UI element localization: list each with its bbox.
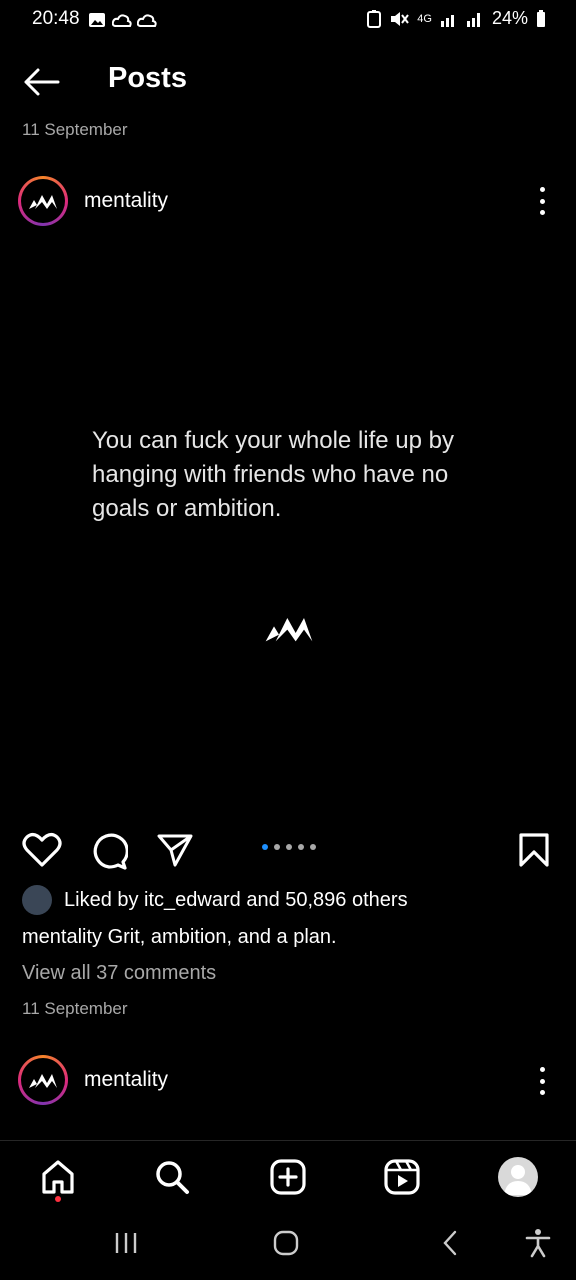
signal-icon <box>440 14 454 27</box>
cloud-icon <box>112 14 132 27</box>
battery-icon <box>537 9 545 27</box>
battery-saver-icon <box>367 9 382 28</box>
avatar[interactable] <box>18 176 68 226</box>
mentality-logo-icon <box>29 1074 57 1088</box>
profile-icon[interactable] <box>496 1155 540 1199</box>
recents-icon[interactable] <box>108 1226 144 1260</box>
caption-username[interactable]: mentality <box>22 926 102 948</box>
view-comments-link[interactable]: View all 37 comments <box>22 962 216 985</box>
reels-icon[interactable] <box>380 1155 424 1199</box>
status-time: 20:48 <box>32 8 80 29</box>
create-icon[interactable] <box>266 1155 310 1199</box>
carousel-dot <box>298 844 304 850</box>
more-options-icon[interactable] <box>536 187 548 215</box>
like-heart-icon[interactable] <box>22 832 62 868</box>
mute-icon <box>391 11 410 26</box>
back-icon[interactable] <box>432 1226 468 1260</box>
home-button-icon[interactable] <box>268 1226 304 1260</box>
page-title: Posts <box>108 62 187 94</box>
caption: mentality Grit, ambition, and a plan. <box>22 926 337 949</box>
status-right: 4G 24% <box>367 8 546 29</box>
likes-text: Liked by itc_edward and 50,896 others <box>64 888 408 911</box>
mentality-logo-icon <box>29 195 57 209</box>
carousel-dot <box>286 844 292 850</box>
post-date: 11 September <box>22 120 128 139</box>
save-bookmark-icon[interactable] <box>518 832 550 868</box>
arrow-left-icon[interactable] <box>22 64 62 100</box>
avatar[interactable] <box>18 1055 68 1105</box>
cloud-icon <box>137 14 157 27</box>
post-username[interactable]: mentality <box>84 189 168 213</box>
caption-text: Grit, ambition, and a plan. <box>107 926 337 948</box>
post-footer-date: 11 September <box>22 999 128 1018</box>
battery-percent: 24% <box>491 8 528 28</box>
post-quote: You can fuck your whole life up by hangi… <box>92 427 455 522</box>
search-icon[interactable] <box>150 1155 194 1199</box>
image-icon <box>89 13 105 27</box>
more-options-icon[interactable] <box>536 1067 548 1095</box>
post-username[interactable]: mentality <box>84 1068 168 1092</box>
accessibility-icon[interactable] <box>520 1226 556 1260</box>
notification-dot <box>55 1196 61 1202</box>
carousel-dot <box>310 844 316 850</box>
carousel-indicator <box>262 844 316 850</box>
home-icon[interactable] <box>36 1155 80 1199</box>
signal-icon <box>466 12 480 27</box>
mentality-logo-icon <box>265 618 313 642</box>
likes-row[interactable]: Liked by itc_edward and 50,896 others <box>22 885 408 915</box>
comment-icon[interactable] <box>90 832 128 870</box>
carousel-dot <box>274 844 280 850</box>
carousel-dot <box>262 844 268 850</box>
share-send-icon[interactable] <box>156 832 194 868</box>
liker-avatar <box>22 885 52 915</box>
network-type: 4G <box>417 12 432 25</box>
